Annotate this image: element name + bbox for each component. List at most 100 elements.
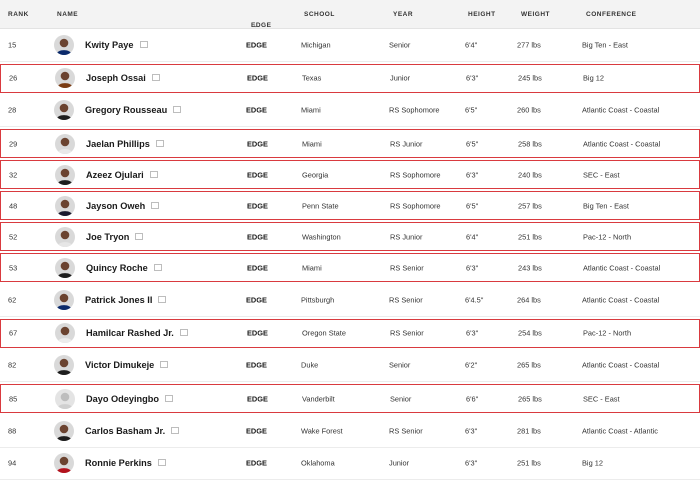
- weight-cell: 240 lbs: [518, 170, 542, 179]
- player-name-link[interactable]: Azeez Ojulari: [86, 170, 158, 180]
- player-name-link[interactable]: Kwity Paye: [85, 40, 148, 50]
- rank-cell: 94: [8, 458, 17, 468]
- table-row[interactable]: 85 Dayo Odeyingbo EDGE Vanderbilt Senior 6'6"…: [0, 384, 700, 413]
- rank-cell: 67: [9, 328, 18, 338]
- school-cell: Washington: [302, 232, 341, 241]
- position-cell: EDGE: [246, 295, 267, 305]
- rank-cell: 52: [9, 232, 18, 241]
- player-avatar[interactable]: [55, 68, 75, 88]
- player-name-link[interactable]: Jayson Oweh: [86, 201, 160, 211]
- player-name: Hamilcar Rashed Jr.: [86, 328, 174, 338]
- player-avatar[interactable]: [54, 355, 74, 376]
- player-card-icon[interactable]: [173, 106, 182, 114]
- rank-cell: 15: [8, 40, 17, 50]
- school-cell: Wake Forest: [301, 426, 343, 436]
- player-card-icon[interactable]: [157, 459, 166, 467]
- avatar-image: [55, 257, 75, 278]
- player-avatar[interactable]: [54, 34, 74, 55]
- player-avatar[interactable]: [55, 133, 75, 154]
- player-name-link[interactable]: Joseph Ossai: [86, 73, 160, 83]
- conference-cell: Big 12: [583, 73, 604, 83]
- player-name: Joseph Ossai: [86, 73, 146, 83]
- school-cell: Duke: [301, 360, 319, 370]
- table-row[interactable]: 52 Joe Tryon EDGE Washington RS Junior 6'4" 25…: [0, 222, 700, 251]
- table-row[interactable]: 26 Joseph Ossai EDGE Texas Junior 6'3" 245 lbs…: [0, 63, 700, 93]
- player-card-icon[interactable]: [179, 329, 188, 337]
- player-card-icon[interactable]: [151, 201, 160, 209]
- player-avatar[interactable]: [55, 195, 75, 216]
- player-name-link[interactable]: Joe Tryon: [86, 232, 144, 242]
- player-card-icon[interactable]: [155, 139, 164, 147]
- player-avatar[interactable]: [55, 388, 75, 409]
- player-avatar[interactable]: [54, 100, 74, 121]
- height-cell: 6'4": [465, 40, 478, 50]
- player-name-link[interactable]: Quincy Roche: [86, 263, 162, 273]
- table-row[interactable]: 32 Azeez Ojulari EDGE Georgia RS Sophomore 6'…: [0, 160, 700, 189]
- player-avatar[interactable]: [54, 420, 74, 441]
- player-avatar[interactable]: [54, 453, 74, 474]
- player-avatar[interactable]: [55, 226, 75, 247]
- weight-cell: 258 lbs: [518, 139, 542, 148]
- player-name-link[interactable]: Victor Dimukeje: [85, 360, 169, 370]
- player-avatar[interactable]: [55, 164, 75, 185]
- avatar-image: [55, 226, 75, 247]
- player-card-icon[interactable]: [171, 426, 180, 434]
- header-rank[interactable]: RANK: [8, 11, 29, 18]
- year-cell: RS Senior: [390, 328, 424, 338]
- player-card-icon[interactable]: [165, 394, 173, 402]
- year-cell: RS Junior: [390, 139, 423, 148]
- table-row[interactable]: 48 Jayson Oweh EDGE Penn State RS Sophomore 6…: [0, 191, 700, 220]
- header-school[interactable]: SCHOOL: [304, 11, 335, 18]
- table-row[interactable]: 88 Carlos Basham Jr. EDGE Wake Forest RS Sen…: [0, 415, 700, 448]
- player-name-link[interactable]: Dayo Odeyingbo: [86, 394, 173, 404]
- school-cell: Oregon State: [302, 328, 346, 338]
- player-card-icon[interactable]: [151, 74, 160, 82]
- position-cell: EDGE: [246, 458, 267, 468]
- player-card-icon[interactable]: [149, 170, 158, 178]
- table-row[interactable]: 28 Gregory Rousseau EDGE Miami RS Sophomore 6…: [0, 95, 700, 127]
- player-name-link[interactable]: Hamilcar Rashed Jr.: [86, 328, 188, 338]
- player-card-icon[interactable]: [139, 40, 148, 48]
- player-name-link[interactable]: Patrick Jones II: [85, 294, 167, 305]
- header-name[interactable]: NAME: [57, 11, 78, 18]
- header-conference[interactable]: CONFERENCE: [586, 11, 637, 18]
- table-row[interactable]: 67 Hamilcar Rashed Jr. EDGE Oregon State RS …: [0, 318, 700, 348]
- player-card-icon[interactable]: [160, 361, 169, 369]
- school-cell: Oklahoma: [301, 458, 335, 468]
- table-row[interactable]: 29 Jaelan Phillips EDGE Miami RS Junior 6'5" 2…: [0, 129, 700, 158]
- player-name-link[interactable]: Gregory Rousseau: [85, 105, 182, 115]
- height-cell: 6'3": [465, 458, 478, 468]
- rank-cell: 62: [8, 295, 17, 305]
- position-cell: EDGE: [247, 73, 268, 83]
- position-cell: EDGE: [246, 426, 267, 436]
- position-cell: EDGE: [246, 40, 267, 50]
- header-year[interactable]: YEAR: [393, 11, 413, 18]
- player-name-link[interactable]: Jaelan Phillips: [86, 139, 164, 149]
- player-card-icon[interactable]: [158, 295, 167, 303]
- weight-cell: 245 lbs: [518, 73, 542, 83]
- player-name-link[interactable]: Ronnie Perkins: [85, 458, 166, 468]
- player-card-icon[interactable]: [135, 232, 144, 240]
- height-cell: 6'4": [466, 232, 479, 241]
- table-row[interactable]: 82 Victor Dimukeje EDGE Duke Senior 6'2" 265 l…: [0, 350, 700, 382]
- header-weight[interactable]: WEIGHT: [521, 11, 550, 18]
- weight-cell: 243 lbs: [518, 263, 542, 272]
- player-avatar[interactable]: [55, 323, 75, 343]
- table-row[interactable]: 53 Quincy Roche EDGE Miami RS Senior 6'3" 243 …: [0, 253, 700, 282]
- player-avatar[interactable]: [54, 289, 74, 310]
- header-height[interactable]: HEIGHT: [468, 11, 496, 18]
- table-row[interactable]: 15 Kwity Paye EDGE Michigan Senior 6'4" 277 lb…: [0, 29, 700, 62]
- table-row[interactable]: 94 Ronnie Perkins EDGE Oklahoma Junior 6'3" 25…: [0, 448, 700, 480]
- year-cell: Senior: [390, 394, 412, 403]
- avatar-image: [54, 100, 74, 121]
- player-avatar[interactable]: [55, 257, 75, 278]
- position-cell: EDGE: [246, 360, 267, 370]
- position-cell: EDGE: [247, 139, 268, 148]
- weight-cell: 251 lbs: [517, 458, 541, 468]
- player-name-link[interactable]: Carlos Basham Jr.: [85, 426, 180, 436]
- table-row[interactable]: 62 Patrick Jones II EDGE Pittsburgh RS Senio…: [0, 284, 700, 317]
- player-name: Patrick Jones II: [85, 294, 153, 305]
- school-cell: Pittsburgh: [301, 295, 335, 305]
- avatar-image: [55, 195, 75, 216]
- player-card-icon[interactable]: [153, 263, 162, 271]
